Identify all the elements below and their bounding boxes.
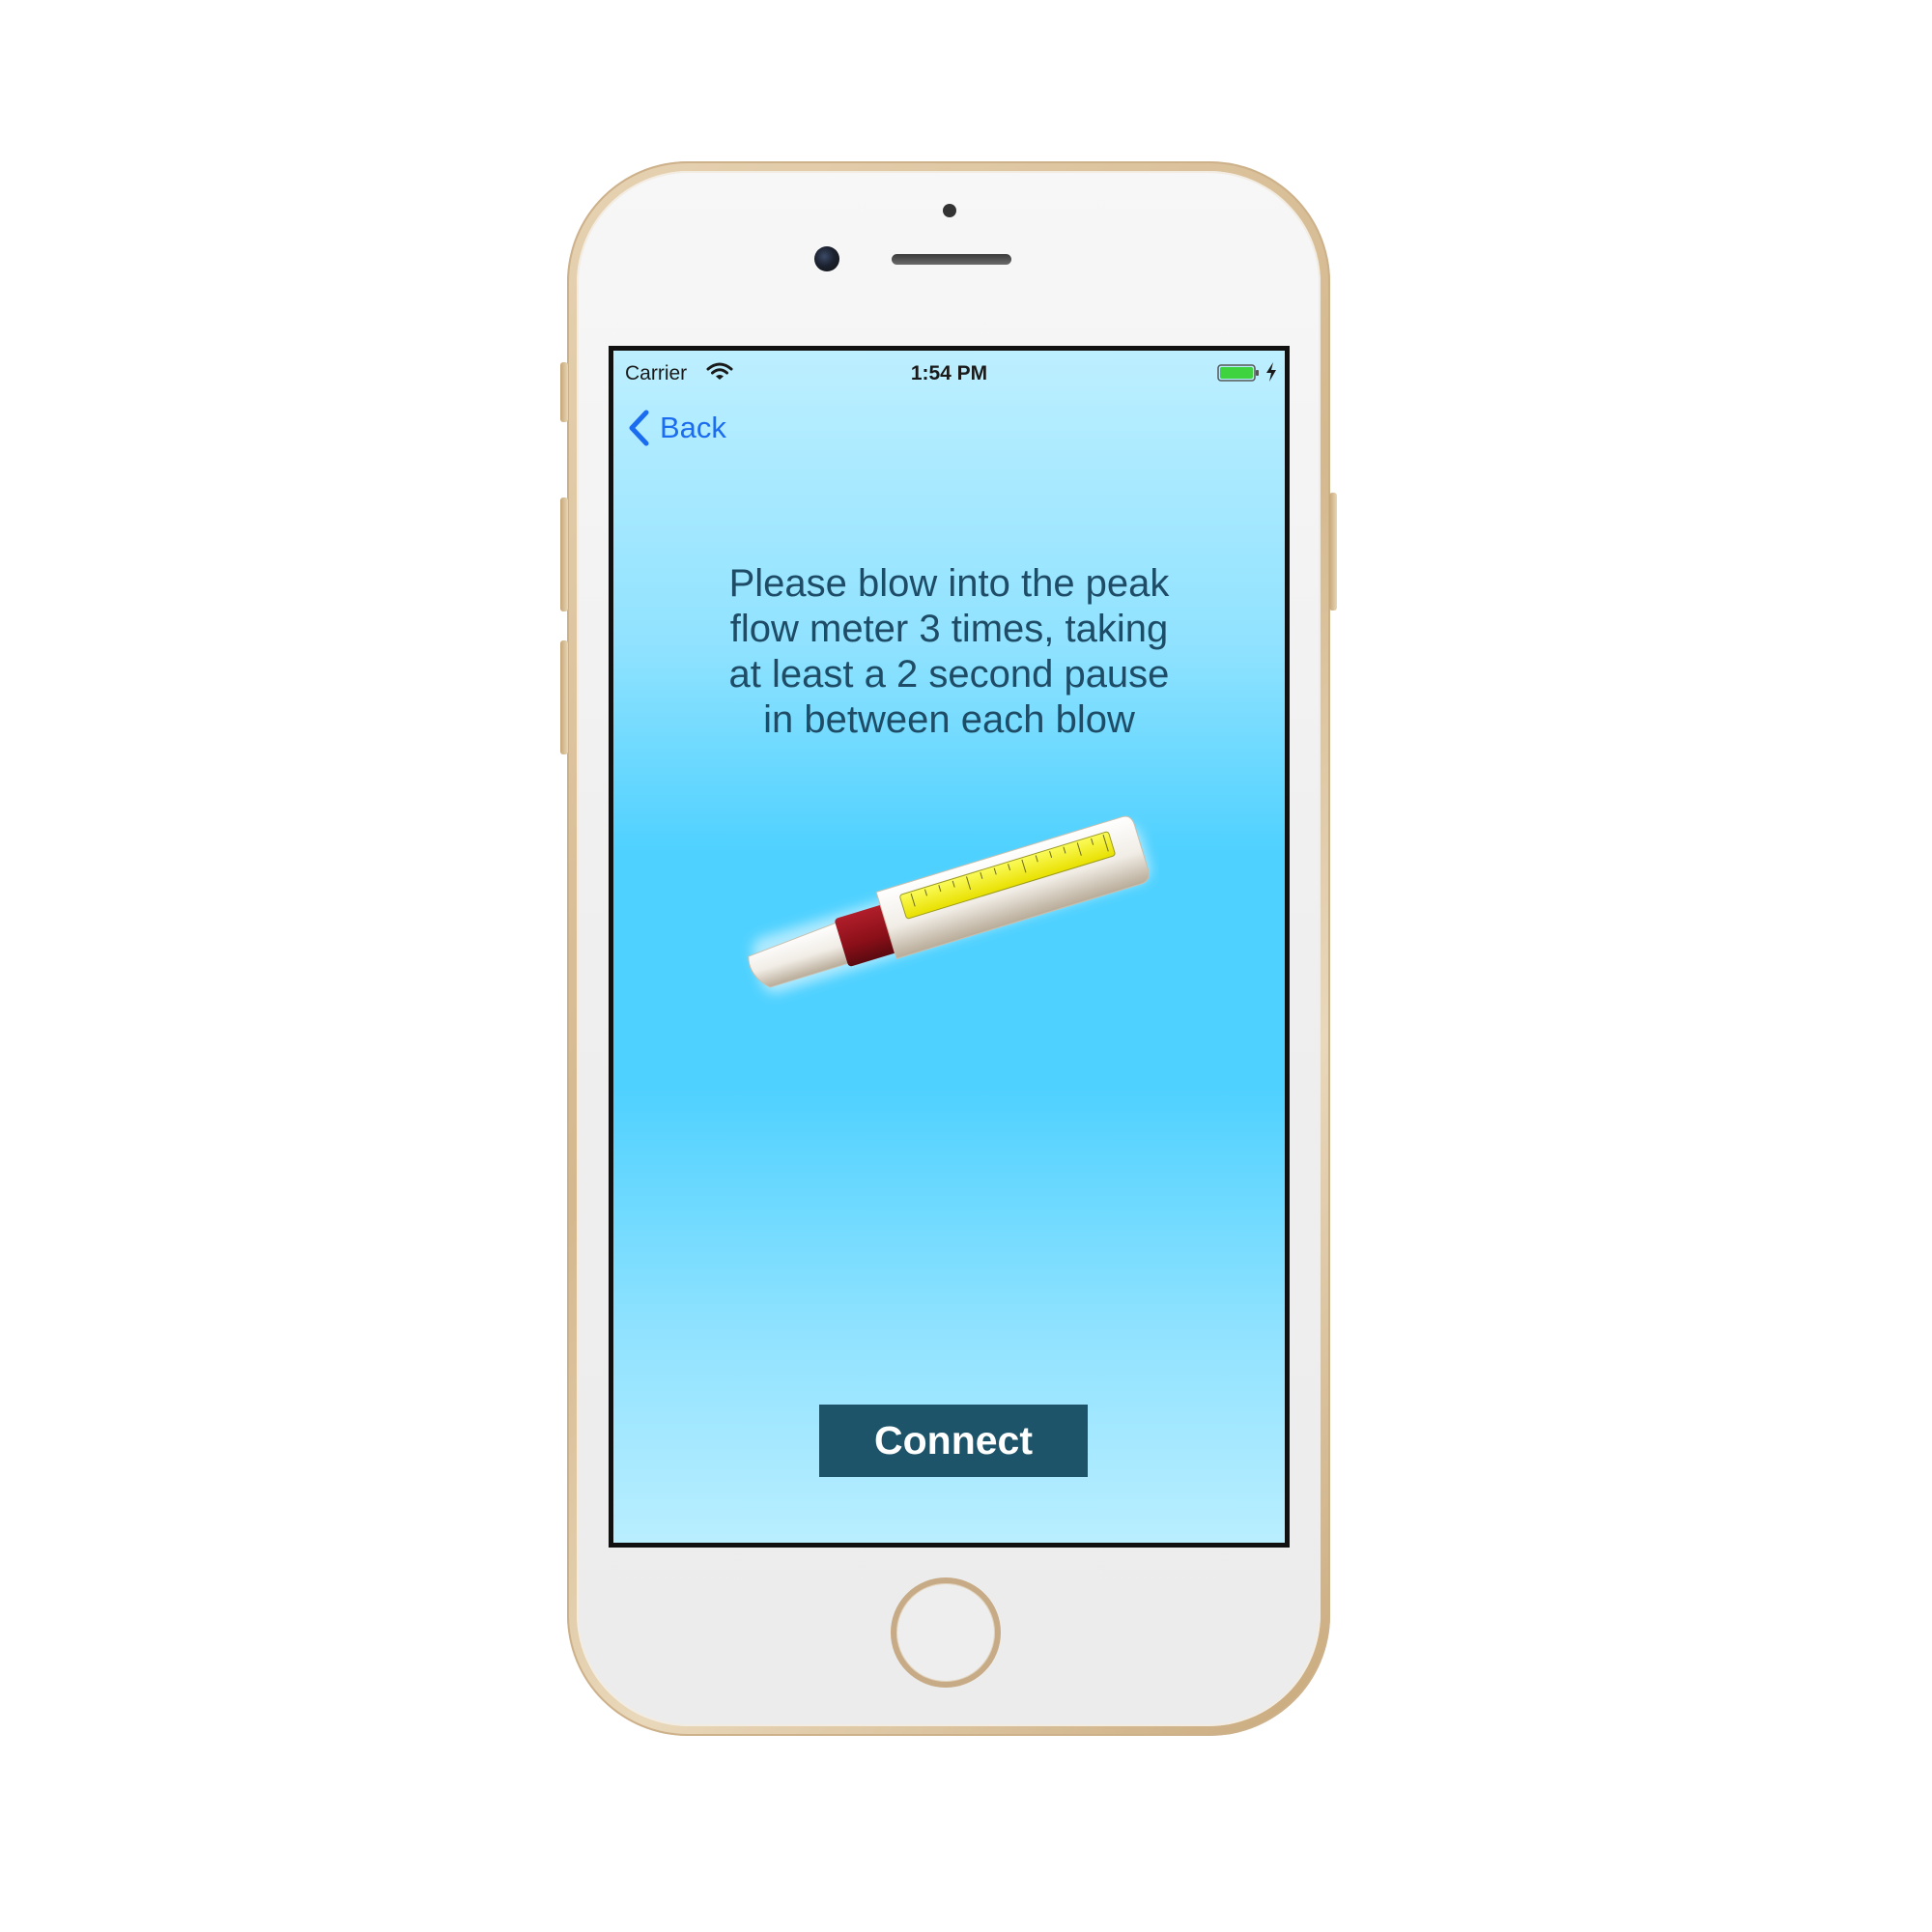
instructions-text: Please blow into the peak flow meter 3 t… xyxy=(652,561,1246,743)
status-bar: Carrier 1:54 PM xyxy=(613,351,1285,389)
earpiece-speaker xyxy=(892,254,1011,265)
mute-switch xyxy=(560,362,568,422)
charging-bolt-icon xyxy=(1266,362,1276,382)
volume-up-button xyxy=(560,497,568,611)
app-screen: Carrier 1:54 PM Back Please blow into th… xyxy=(609,346,1290,1548)
status-time: 1:54 PM xyxy=(910,362,988,384)
chevron-left-icon xyxy=(629,410,649,446)
instructions-line: flow meter 3 times, taking xyxy=(729,608,1169,650)
back-button[interactable]: Back xyxy=(627,407,726,449)
proximity-sensor xyxy=(943,204,956,217)
back-label: Back xyxy=(660,411,726,444)
power-button xyxy=(1329,493,1337,611)
volume-down-button xyxy=(560,640,568,754)
peak-flow-meter-icon xyxy=(748,815,1151,994)
instructions-line: at least a 2 second pause xyxy=(728,653,1170,696)
device-mockup: Carrier 1:54 PM Back Please blow into th… xyxy=(0,0,1932,1932)
battery-icon xyxy=(1217,364,1259,382)
front-camera xyxy=(814,246,839,271)
home-button[interactable] xyxy=(891,1577,1001,1688)
instructions-line: in between each blow xyxy=(763,698,1135,741)
instructions-line: Please blow into the peak xyxy=(728,562,1170,605)
connect-button[interactable]: Connect xyxy=(819,1405,1088,1477)
